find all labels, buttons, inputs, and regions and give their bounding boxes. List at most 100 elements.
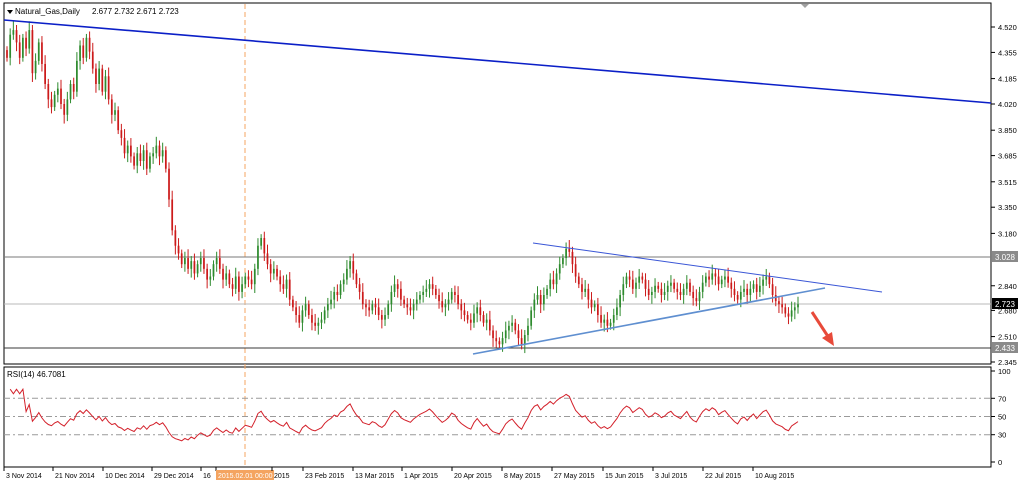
- candle-body: [104, 76, 107, 92]
- candle-body: [762, 279, 764, 286]
- rsi-tick-label: 0: [998, 458, 1002, 467]
- candle-body: [136, 153, 139, 166]
- candle-body: [323, 310, 326, 320]
- candle-body: [85, 37, 88, 58]
- candle-body: [476, 307, 479, 314]
- candle-body: [752, 284, 755, 289]
- candle-body: [736, 295, 739, 300]
- time-tick-label: 29 Dec 2014: [154, 473, 194, 480]
- candle-body: [625, 276, 628, 285]
- candle-body: [498, 341, 501, 345]
- candle-body: [288, 279, 291, 300]
- time-tick-label: 2015: [274, 473, 290, 480]
- time-tick-label: 21 Nov 2014: [55, 473, 95, 480]
- rsi-tick-label: 30: [998, 431, 1006, 440]
- time-tick-label: 3 Jul 2015: [655, 473, 687, 480]
- candle-body: [600, 315, 602, 323]
- candle-body: [120, 130, 123, 138]
- chart-symbol: Natural_Gas,Daily: [15, 7, 80, 16]
- candle-body: [584, 288, 587, 292]
- candle-body: [390, 291, 393, 305]
- candle-body: [495, 338, 498, 342]
- price-tick-label: 2.345: [998, 358, 1017, 367]
- candle-body: [241, 284, 243, 292]
- candle-body: [743, 288, 745, 292]
- candle-body: [463, 310, 466, 316]
- candle-body: [349, 261, 351, 269]
- candle-body: [425, 288, 428, 292]
- candle-body: [727, 276, 729, 283]
- time-tick-label: 8 May 2015: [504, 473, 541, 480]
- candle-body: [63, 104, 66, 115]
- candle-body: [606, 319, 609, 326]
- candle-body: [558, 264, 561, 274]
- price-tick-label: 3.515: [998, 178, 1017, 187]
- candle-body: [384, 315, 386, 320]
- candle-body: [34, 60, 37, 74]
- candle-body: [209, 276, 212, 280]
- candle-body: [511, 322, 513, 326]
- candle-body: [724, 276, 726, 280]
- candle-body: [142, 150, 145, 161]
- candle-body: [400, 288, 402, 300]
- candle-body: [571, 251, 574, 265]
- candle-body: [670, 282, 672, 286]
- candle-body: [222, 268, 224, 280]
- candle-body: [317, 322, 320, 326]
- candle-body: [279, 276, 282, 285]
- candle-body: [374, 304, 377, 308]
- chart-canvas[interactable]: Natural_Gas,Daily 2.677 2.732 2.671 2.72…: [0, 0, 1024, 483]
- candle-body: [692, 291, 695, 299]
- candle-body: [139, 153, 142, 161]
- candle-body: [555, 273, 558, 285]
- candle-body: [292, 299, 294, 308]
- candle-body: [428, 284, 431, 289]
- candle-body: [244, 276, 247, 285]
- candle-body: [698, 291, 701, 302]
- candle-body: [285, 279, 288, 289]
- candle-body: [676, 288, 679, 292]
- candle-body: [415, 299, 418, 305]
- candle-body: [644, 279, 647, 289]
- candle-body: [708, 276, 710, 280]
- candle-body: [447, 299, 450, 305]
- candle-body: [247, 276, 250, 280]
- candle-body: [263, 238, 266, 254]
- candle-body: [450, 291, 453, 300]
- natural-gas-chart[interactable]: Natural_Gas,Daily 2.677 2.732 2.671 2.72…: [0, 0, 1024, 483]
- candle-body: [787, 313, 790, 317]
- candle-body: [25, 37, 27, 49]
- candle-body: [574, 264, 577, 277]
- candle-body: [784, 307, 787, 314]
- candle-body: [473, 313, 475, 323]
- candle-body: [454, 291, 456, 295]
- candle-body: [91, 51, 94, 69]
- candle-body: [76, 60, 78, 92]
- candle-body: [793, 307, 796, 311]
- candle-body: [711, 273, 714, 280]
- candle-body: [355, 273, 358, 285]
- candle-body: [190, 261, 193, 269]
- candle-body: [650, 291, 653, 295]
- time-tick-label: 27 May 2015: [554, 473, 595, 480]
- candle-body: [326, 304, 329, 311]
- candle-body: [304, 304, 307, 311]
- candle-body: [158, 145, 161, 157]
- candle-body: [485, 319, 488, 323]
- candle-body: [581, 284, 583, 292]
- rsi-tick-label: 70: [998, 394, 1006, 403]
- candle-body: [523, 335, 526, 345]
- candle-body: [536, 295, 539, 300]
- candle-body: [393, 284, 396, 292]
- candle-body: [419, 295, 421, 300]
- candle-body: [72, 83, 75, 92]
- candle-body: [492, 330, 494, 339]
- price-tick-label: 4.520: [998, 23, 1017, 32]
- candle-body: [311, 315, 313, 323]
- candle-body: [307, 304, 310, 316]
- candle-body: [539, 295, 542, 305]
- candle-body: [488, 319, 491, 331]
- candle-body: [520, 338, 523, 345]
- candle-body: [517, 330, 520, 339]
- support-price-label: 2.433: [992, 342, 1018, 353]
